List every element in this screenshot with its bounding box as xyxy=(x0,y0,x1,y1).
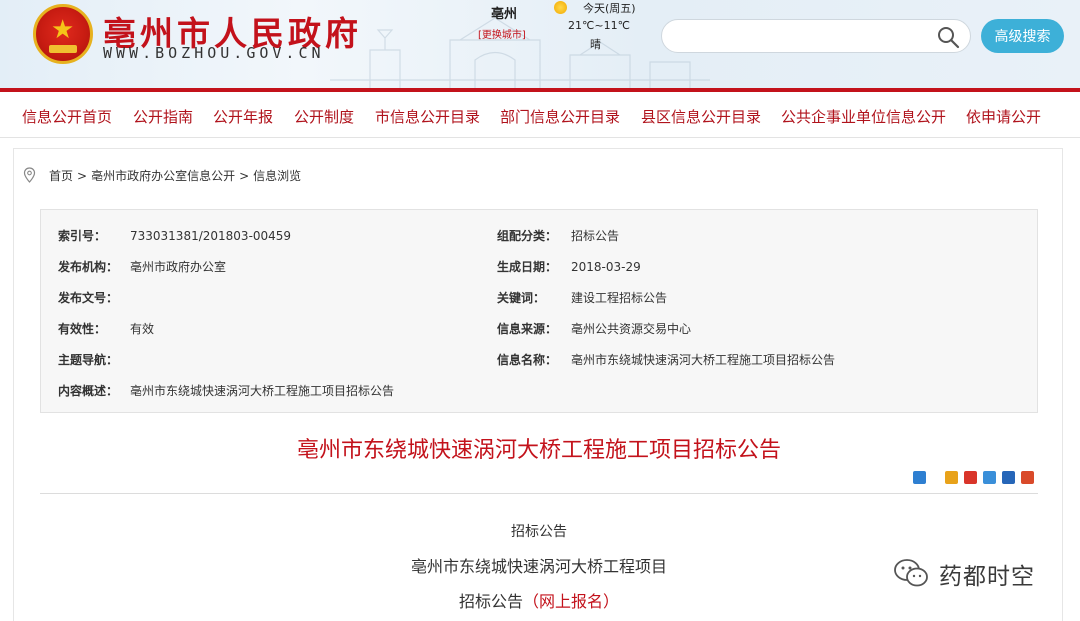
nav-item-system[interactable]: 公开制度 xyxy=(294,106,354,127)
share-plus-icon[interactable] xyxy=(913,471,926,484)
online-registration-label: （网上报名） xyxy=(523,592,620,611)
sunny-icon xyxy=(554,1,567,14)
share-qzone-icon[interactable] xyxy=(945,471,958,484)
nav-item-dept-catalog[interactable]: 部门信息公开目录 xyxy=(500,106,620,127)
breadcrumb-home[interactable]: 首页 xyxy=(49,169,73,183)
meta-publisher: 发布机构： 亳州市政府办公室 xyxy=(58,260,227,274)
nav-item-apply[interactable]: 依申请公开 xyxy=(966,106,1041,127)
share-weibo-icon[interactable] xyxy=(964,471,977,484)
share-more-icon[interactable] xyxy=(1021,471,1034,484)
national-emblem-icon: ★ xyxy=(33,4,93,64)
site-header: ★ 亳州市人民政府 WWW.BOZHOU.GOV.CN 亳州 [更换城市] 今天… xyxy=(0,0,1080,88)
meta-topic: 主题导航： xyxy=(58,353,119,367)
meta-validity: 有效性： 有效 xyxy=(58,322,155,336)
search-box xyxy=(661,19,971,53)
main-nav: 信息公开首页 公开指南 公开年报 公开制度 市信息公开目录 部门信息公开目录 县… xyxy=(0,92,1080,138)
nav-item-annual-report[interactable]: 公开年报 xyxy=(213,106,273,127)
change-city-link[interactable]: [更换城市] xyxy=(478,26,526,41)
search-input[interactable] xyxy=(676,27,926,47)
nav-item-home[interactable]: 信息公开首页 xyxy=(22,106,112,127)
body-heading: 招标公告 xyxy=(511,524,567,540)
weather-city: 亳州 xyxy=(491,7,518,22)
meta-source: 信息来源： 亳州公共资源交易中心 xyxy=(497,322,692,336)
watermark-text: 药都时空 xyxy=(939,564,1035,590)
nav-item-guide[interactable]: 公开指南 xyxy=(133,106,193,127)
meta-index-number: 索引号： 733031381/201803-00459 xyxy=(58,229,292,243)
share-renren-icon[interactable] xyxy=(1002,471,1015,484)
site-url: WWW.BOZHOU.GOV.CN xyxy=(103,44,325,62)
breadcrumb-separator: > xyxy=(77,169,88,183)
breadcrumb-office[interactable]: 亳州市政府办公室信息公开 xyxy=(91,169,235,183)
advanced-search-button[interactable]: 高级搜索 xyxy=(981,19,1064,53)
nav-item-public-enterprise[interactable]: 公共企事业单位信息公开 xyxy=(781,106,946,127)
wechat-icon xyxy=(894,559,928,587)
breadcrumb-current: 信息浏览 xyxy=(253,169,302,183)
content-panel: 首页 > 亳州市政府办公室信息公开 > 信息浏览 索引号： 733031381/20180… xyxy=(13,148,1063,621)
meta-keywords: 关键词： 建设工程招标公告 xyxy=(497,291,668,305)
breadcrumb: 首页 > 亳州市政府办公室信息公开 > 信息浏览 xyxy=(49,167,301,184)
body-subheading: 招标公告（网上报名） xyxy=(458,592,620,611)
nav-item-city-catalog[interactable]: 市信息公开目录 xyxy=(375,106,480,127)
city-skyline-illustration xyxy=(330,17,710,88)
meta-doc-number: 发布文号： xyxy=(58,291,119,305)
weather-temperature: 21℃~11℃ xyxy=(568,19,630,32)
search-icon[interactable] xyxy=(936,25,960,49)
location-icon xyxy=(23,167,36,183)
metadata-table: 索引号： 733031381/201803-00459 发布机构： 亳州市政府办公室… xyxy=(40,209,1038,413)
share-qq-icon[interactable] xyxy=(983,471,996,484)
weather-condition: 晴 xyxy=(590,38,601,51)
meta-summary: 内容概述： 亳州市东绕城快速涡河大桥工程施工项目招标公告 xyxy=(58,384,395,398)
document-title: 亳州市东绕城快速涡河大桥工程施工项目招标公告 xyxy=(296,438,781,463)
meta-info-name: 信息名称： 亳州市东绕城快速涡河大桥工程施工项目招标公告 xyxy=(497,353,836,367)
meta-category: 组配分类： 招标公告 xyxy=(497,229,620,243)
meta-date: 生成日期： 2018-03-29 xyxy=(497,260,641,274)
weather-day: 今天(周五) xyxy=(583,2,636,15)
breadcrumb-separator: > xyxy=(239,169,250,183)
nav-item-county-catalog[interactable]: 县区信息公开目录 xyxy=(641,106,761,127)
title-divider xyxy=(40,493,1038,494)
